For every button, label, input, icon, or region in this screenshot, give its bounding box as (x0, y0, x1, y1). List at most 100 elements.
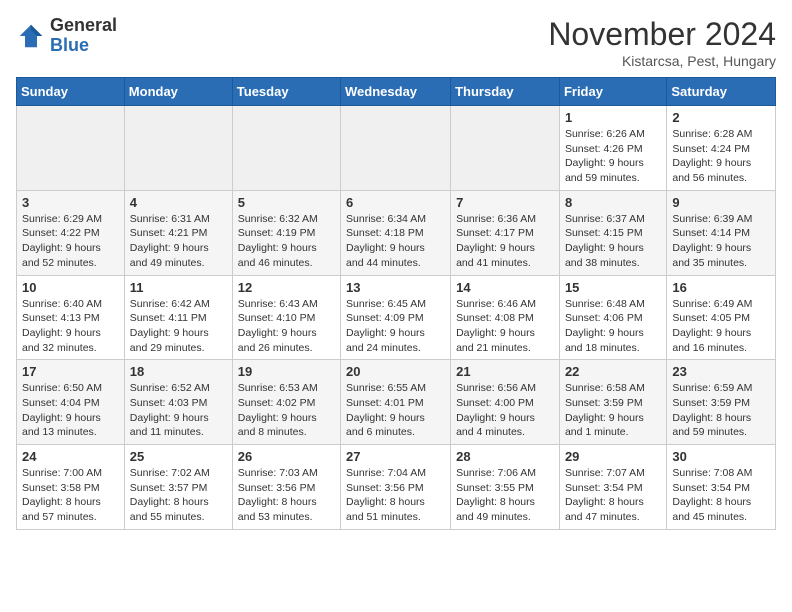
logo-text: General Blue (50, 16, 117, 56)
day-info: Sunrise: 7:06 AM Sunset: 3:55 PM Dayligh… (456, 466, 554, 525)
day-info: Sunrise: 7:02 AM Sunset: 3:57 PM Dayligh… (130, 466, 227, 525)
calendar-table: SundayMondayTuesdayWednesdayThursdayFrid… (16, 77, 776, 530)
calendar-cell: 5Sunrise: 6:32 AM Sunset: 4:19 PM Daylig… (232, 190, 340, 275)
calendar-cell: 19Sunrise: 6:53 AM Sunset: 4:02 PM Dayli… (232, 360, 340, 445)
calendar-cell: 8 Sunrise: 6:37 AM Sunset: 4:15 PM Daylig… (559, 190, 666, 275)
day-number: 16 (672, 280, 770, 295)
logo-icon (16, 21, 46, 51)
day-number: 22 (565, 364, 661, 379)
day-info: Sunrise: 6:29 AM Sunset: 4:22 PM Dayligh… (22, 212, 119, 271)
day-number: 20 (346, 364, 445, 379)
calendar-cell: 16 Sunrise: 6:49 AM Sunset: 4:05 PM Dayli… (667, 275, 776, 360)
calendar-cell: 26 Sunrise: 7:03 AM Sunset: 3:56 PM Dayli… (232, 445, 340, 530)
day-number: 13 (346, 280, 445, 295)
day-number: 5 (238, 195, 335, 210)
day-number: 27 (346, 449, 445, 464)
calendar-cell: 11 Sunrise: 6:42 AM Sunset: 4:11 PM Dayli… (124, 275, 232, 360)
calendar-cell: 15Sunrise: 6:48 AM Sunset: 4:06 PM Dayli… (559, 275, 666, 360)
calendar-cell: 1 Sunrise: 6:26 AM Sunset: 4:26 PM Daylig… (559, 106, 666, 191)
day-number: 3 (22, 195, 119, 210)
calendar-cell: 28Sunrise: 7:06 AM Sunset: 3:55 PM Dayli… (451, 445, 560, 530)
day-info: Sunrise: 6:26 AM Sunset: 4:26 PM Dayligh… (565, 127, 661, 186)
day-info: Sunrise: 6:28 AM Sunset: 4:24 PM Dayligh… (672, 127, 770, 186)
day-info: Sunrise: 6:34 AM Sunset: 4:18 PM Dayligh… (346, 212, 445, 271)
day-number: 7 (456, 195, 554, 210)
calendar-week-3: 10Sunrise: 6:40 AM Sunset: 4:13 PM Dayli… (17, 275, 776, 360)
day-number: 21 (456, 364, 554, 379)
day-info: Sunrise: 6:31 AM Sunset: 4:21 PM Dayligh… (130, 212, 227, 271)
day-info: Sunrise: 6:58 AM Sunset: 3:59 PM Dayligh… (565, 381, 661, 440)
day-number: 24 (22, 449, 119, 464)
day-info: Sunrise: 7:04 AM Sunset: 3:56 PM Dayligh… (346, 466, 445, 525)
calendar-header-row: SundayMondayTuesdayWednesdayThursdayFrid… (17, 78, 776, 106)
calendar-cell: 10Sunrise: 6:40 AM Sunset: 4:13 PM Dayli… (17, 275, 125, 360)
calendar-week-4: 17Sunrise: 6:50 AM Sunset: 4:04 PM Dayli… (17, 360, 776, 445)
day-info: Sunrise: 6:46 AM Sunset: 4:08 PM Dayligh… (456, 297, 554, 356)
day-info: Sunrise: 7:07 AM Sunset: 3:54 PM Dayligh… (565, 466, 661, 525)
month-title: November 2024 (548, 16, 776, 53)
calendar-cell (124, 106, 232, 191)
logo-blue: Blue (50, 36, 117, 56)
calendar-cell: 18 Sunrise: 6:52 AM Sunset: 4:03 PM Dayli… (124, 360, 232, 445)
day-number: 6 (346, 195, 445, 210)
calendar-cell: 3 Sunrise: 6:29 AM Sunset: 4:22 PM Daylig… (17, 190, 125, 275)
calendar-cell (232, 106, 340, 191)
day-info: Sunrise: 6:55 AM Sunset: 4:01 PM Dayligh… (346, 381, 445, 440)
day-info: Sunrise: 7:03 AM Sunset: 3:56 PM Dayligh… (238, 466, 335, 525)
calendar-cell: 20 Sunrise: 6:55 AM Sunset: 4:01 PM Dayli… (341, 360, 451, 445)
calendar-cell: 13 Sunrise: 6:45 AM Sunset: 4:09 PM Dayli… (341, 275, 451, 360)
calendar-cell: 6 Sunrise: 6:34 AM Sunset: 4:18 PM Daylig… (341, 190, 451, 275)
day-number: 10 (22, 280, 119, 295)
day-number: 17 (22, 364, 119, 379)
day-number: 1 (565, 110, 661, 125)
column-header-thursday: Thursday (451, 78, 560, 106)
column-header-saturday: Saturday (667, 78, 776, 106)
calendar-cell: 4Sunrise: 6:31 AM Sunset: 4:21 PM Daylig… (124, 190, 232, 275)
calendar-cell: 24Sunrise: 7:00 AM Sunset: 3:58 PM Dayli… (17, 445, 125, 530)
day-info: Sunrise: 6:48 AM Sunset: 4:06 PM Dayligh… (565, 297, 661, 356)
calendar-cell: 30 Sunrise: 7:08 AM Sunset: 3:54 PM Dayli… (667, 445, 776, 530)
column-header-friday: Friday (559, 78, 666, 106)
day-number: 25 (130, 449, 227, 464)
day-info: Sunrise: 6:52 AM Sunset: 4:03 PM Dayligh… (130, 381, 227, 440)
calendar-cell: 14 Sunrise: 6:46 AM Sunset: 4:08 PM Dayli… (451, 275, 560, 360)
calendar-week-1: 1 Sunrise: 6:26 AM Sunset: 4:26 PM Daylig… (17, 106, 776, 191)
calendar-cell: 21Sunrise: 6:56 AM Sunset: 4:00 PM Dayli… (451, 360, 560, 445)
calendar-week-2: 3 Sunrise: 6:29 AM Sunset: 4:22 PM Daylig… (17, 190, 776, 275)
day-info: Sunrise: 6:49 AM Sunset: 4:05 PM Dayligh… (672, 297, 770, 356)
calendar-cell: 22 Sunrise: 6:58 AM Sunset: 3:59 PM Dayli… (559, 360, 666, 445)
column-header-tuesday: Tuesday (232, 78, 340, 106)
title-section: November 2024 Kistarcsa, Pest, Hungary (548, 16, 776, 69)
day-info: Sunrise: 6:36 AM Sunset: 4:17 PM Dayligh… (456, 212, 554, 271)
day-number: 14 (456, 280, 554, 295)
column-header-monday: Monday (124, 78, 232, 106)
day-info: Sunrise: 7:08 AM Sunset: 3:54 PM Dayligh… (672, 466, 770, 525)
day-info: Sunrise: 6:42 AM Sunset: 4:11 PM Dayligh… (130, 297, 227, 356)
calendar-cell (17, 106, 125, 191)
day-info: Sunrise: 6:37 AM Sunset: 4:15 PM Dayligh… (565, 212, 661, 271)
calendar-cell: 9Sunrise: 6:39 AM Sunset: 4:14 PM Daylig… (667, 190, 776, 275)
calendar-week-5: 24Sunrise: 7:00 AM Sunset: 3:58 PM Dayli… (17, 445, 776, 530)
day-info: Sunrise: 6:59 AM Sunset: 3:59 PM Dayligh… (672, 381, 770, 440)
calendar-cell: 7 Sunrise: 6:36 AM Sunset: 4:17 PM Daylig… (451, 190, 560, 275)
calendar-cell: 23Sunrise: 6:59 AM Sunset: 3:59 PM Dayli… (667, 360, 776, 445)
day-number: 11 (130, 280, 227, 295)
day-number: 26 (238, 449, 335, 464)
calendar-cell: 2Sunrise: 6:28 AM Sunset: 4:24 PM Daylig… (667, 106, 776, 191)
day-number: 30 (672, 449, 770, 464)
day-number: 19 (238, 364, 335, 379)
day-info: Sunrise: 6:45 AM Sunset: 4:09 PM Dayligh… (346, 297, 445, 356)
calendar-cell: 12Sunrise: 6:43 AM Sunset: 4:10 PM Dayli… (232, 275, 340, 360)
column-header-sunday: Sunday (17, 78, 125, 106)
logo-general: General (50, 16, 117, 36)
day-number: 9 (672, 195, 770, 210)
column-header-wednesday: Wednesday (341, 78, 451, 106)
day-number: 18 (130, 364, 227, 379)
day-number: 8 (565, 195, 661, 210)
calendar-cell: 29Sunrise: 7:07 AM Sunset: 3:54 PM Dayli… (559, 445, 666, 530)
calendar-cell: 27 Sunrise: 7:04 AM Sunset: 3:56 PM Dayli… (341, 445, 451, 530)
logo: General Blue (16, 16, 117, 56)
day-info: Sunrise: 6:43 AM Sunset: 4:10 PM Dayligh… (238, 297, 335, 356)
calendar-cell (451, 106, 560, 191)
location: Kistarcsa, Pest, Hungary (548, 53, 776, 69)
